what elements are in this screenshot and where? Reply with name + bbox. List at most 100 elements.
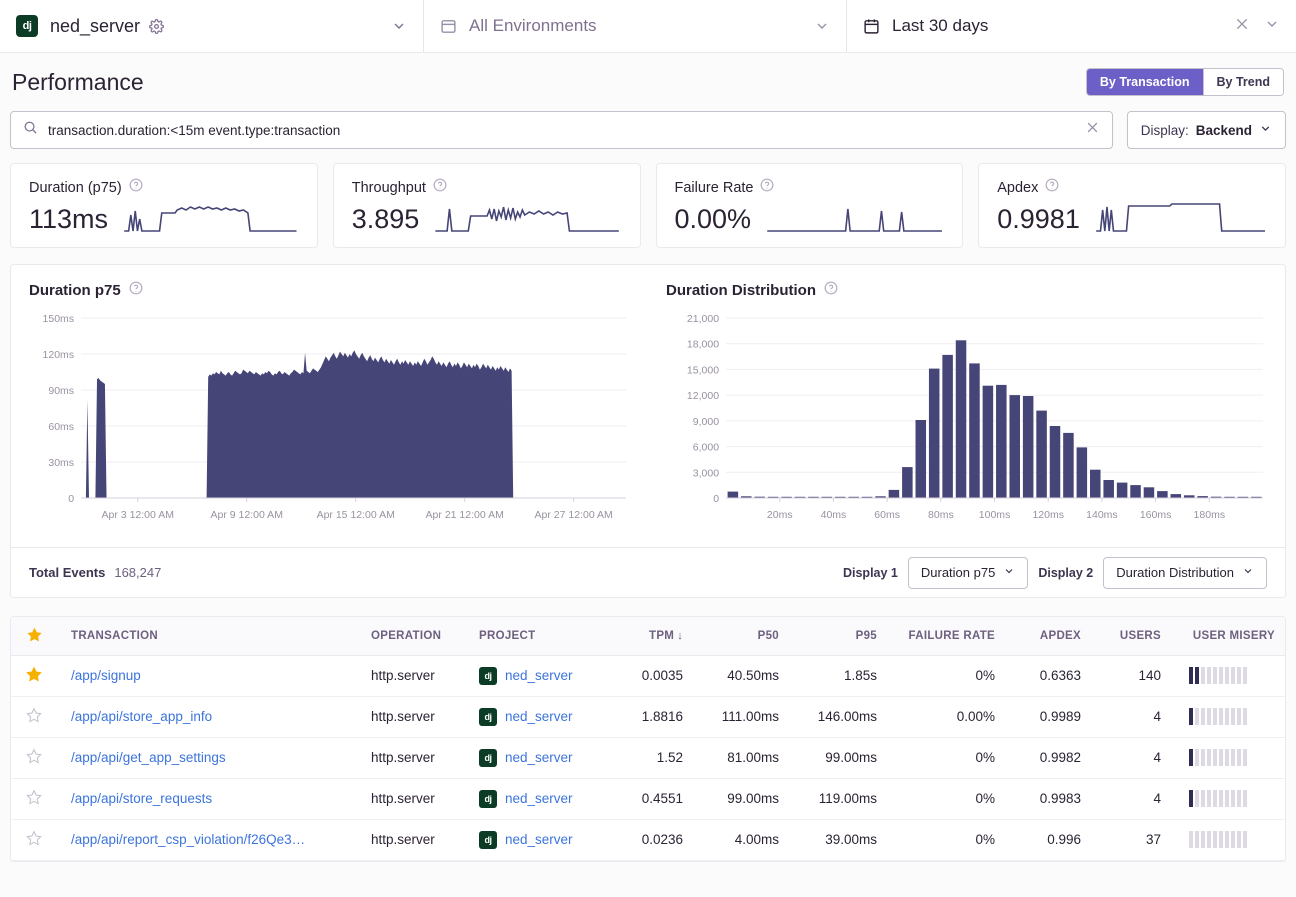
page-header: Performance By Transaction By Trend [10, 53, 1286, 111]
cell-project[interactable]: dj ned_server [465, 737, 615, 778]
help-icon[interactable] [129, 178, 143, 197]
cell-project[interactable]: djned_server [465, 778, 615, 819]
star-outline-icon[interactable] [11, 778, 57, 819]
svg-text:150ms: 150ms [43, 313, 75, 325]
header-transaction[interactable]: TRANSACTION [57, 617, 357, 655]
transaction-link[interactable]: /app/api/report_csp_violation/f26Qe3… [71, 832, 305, 847]
environment-selector[interactable]: All Environments [423, 0, 846, 52]
header-project[interactable]: PROJECT [465, 617, 615, 655]
display1-value: Duration p75 [921, 565, 995, 580]
cell-tpm: 0.4551 [615, 778, 697, 819]
svg-text:Apr 21 12:00 AM: Apr 21 12:00 AM [426, 509, 504, 521]
search-input[interactable]: transaction.duration:<15m event.type:tra… [10, 111, 1113, 149]
sparkline-apdex [1094, 201, 1267, 235]
date-range-selector[interactable]: Last 30 days [846, 0, 1296, 52]
star-outline-icon[interactable] [11, 737, 57, 778]
svg-text:30ms: 30ms [48, 457, 74, 469]
gear-icon[interactable] [149, 19, 164, 34]
cell-transaction[interactable]: /app/signup [57, 655, 357, 696]
cell-project[interactable]: djned_server [465, 655, 615, 696]
project-link[interactable]: ned_server [505, 791, 573, 806]
help-icon[interactable] [129, 281, 143, 300]
cell-user-misery [1175, 737, 1286, 778]
transaction-link[interactable]: /app/api/get_app_settings [71, 750, 226, 765]
chevron-down-icon[interactable] [814, 18, 830, 34]
cell-project[interactable]: djned_server [465, 696, 615, 737]
svg-text:120ms: 120ms [43, 349, 75, 361]
star-filled-icon[interactable] [11, 655, 57, 696]
display2-dropdown[interactable]: Duration Distribution [1103, 557, 1267, 589]
help-icon[interactable] [1045, 178, 1059, 197]
table-row[interactable]: /app/api/store_app_infohttp.serverdjned_… [11, 696, 1286, 737]
kpi-card-apdex[interactable]: Apdex 0.9981 [978, 163, 1286, 248]
cell-transaction[interactable]: /app/api/store_app_info [57, 696, 357, 737]
project-link[interactable]: ned_server [505, 832, 573, 847]
project-link[interactable]: ned_server [505, 709, 573, 724]
cell-p50: 81.00ms [697, 737, 793, 778]
kpi-value: 0.00% [675, 205, 752, 235]
display-dropdown-label: Display: [1141, 123, 1189, 138]
project-link[interactable]: ned_server [505, 750, 573, 765]
transaction-link[interactable]: /app/api/store_requests [71, 791, 212, 806]
kpi-card-throughput[interactable]: Throughput 3.895 [333, 163, 641, 248]
transaction-link[interactable]: /app/signup [71, 668, 141, 683]
table-row[interactable]: /app/signuphttp.serverdjned_server0.0035… [11, 655, 1286, 696]
star-outline-icon[interactable] [11, 819, 57, 860]
close-icon[interactable] [1234, 16, 1250, 37]
sparkline-failure-rate [765, 201, 944, 235]
environment-label: All Environments [469, 16, 597, 36]
search-query-text: transaction.duration:<15m event.type:tra… [48, 123, 1085, 138]
cell-apdex: 0.9983 [1009, 778, 1095, 819]
display1-dropdown[interactable]: Duration p75 [908, 557, 1028, 589]
cell-operation: http.server [357, 819, 465, 860]
table-row[interactable]: /app/api/report_csp_violation/f26Qe3… htt… [11, 819, 1286, 860]
header-user-misery[interactable]: USER MISERY [1175, 617, 1286, 655]
clear-search-icon[interactable] [1085, 120, 1100, 140]
svg-text:Apr 3 12:00 AM: Apr 3 12:00 AM [102, 509, 174, 521]
table-row[interactable]: /app/api/get_app_settingshttp.serverdjne… [11, 737, 1286, 778]
header-failure-rate[interactable]: FAILURE RATE [891, 617, 1009, 655]
project-selector[interactable]: dj ned_server [0, 0, 423, 52]
duration-distribution-plot[interactable]: 03,0006,0009,00012,00015,00018,00021,000… [666, 306, 1267, 541]
tab-by-trend[interactable]: By Trend [1204, 69, 1284, 95]
cell-p95: 39.00ms [793, 819, 891, 860]
display-dropdown[interactable]: Display: Backend [1127, 111, 1286, 149]
charts-panel: Duration p75 030ms60ms90ms120ms150msApr … [10, 264, 1286, 598]
help-icon[interactable] [824, 281, 838, 300]
kpi-label: Apdex [997, 180, 1038, 196]
svg-text:3,000: 3,000 [693, 467, 719, 479]
cell-apdex: 0.996 [1009, 819, 1095, 860]
header-p95[interactable]: P95 [793, 617, 891, 655]
svg-text:20ms: 20ms [767, 509, 793, 521]
header-p50[interactable]: P50 [697, 617, 793, 655]
chevron-down-icon[interactable] [391, 18, 407, 34]
cell-project[interactable]: djned_server [465, 819, 615, 860]
cell-transaction[interactable]: /app/api/report_csp_violation/f26Qe3… [57, 819, 357, 860]
header-operation[interactable]: OPERATION [357, 617, 465, 655]
cell-failure-rate: 0% [891, 778, 1009, 819]
kpi-card-duration[interactable]: Duration (p75) 113ms [10, 163, 318, 248]
star-outline-icon[interactable] [11, 696, 57, 737]
cell-user-misery [1175, 696, 1286, 737]
cell-users: 4 [1095, 778, 1175, 819]
tab-by-transaction[interactable]: By Transaction [1087, 69, 1203, 95]
help-icon[interactable] [433, 178, 447, 197]
cell-transaction[interactable]: /app/api/store_requests [57, 778, 357, 819]
cell-transaction[interactable]: /app/api/get_app_settings [57, 737, 357, 778]
table-row[interactable]: /app/api/store_requestshttp.serverdjned_… [11, 778, 1286, 819]
kpi-card-failure-rate[interactable]: Failure Rate 0.00% [656, 163, 964, 248]
transaction-link[interactable]: /app/api/store_app_info [71, 709, 212, 724]
sort-desc-icon: ↓ [677, 630, 683, 642]
chevron-down-icon[interactable] [1264, 16, 1280, 37]
kpi-label: Throughput [352, 180, 426, 196]
help-icon[interactable] [760, 178, 774, 197]
header-tpm[interactable]: TPM↓ [615, 617, 697, 655]
header-apdex[interactable]: APDEX [1009, 617, 1095, 655]
header-users[interactable]: USERS [1095, 617, 1175, 655]
charts-footer: Total Events 168,247 Display 1 Duration … [11, 547, 1285, 597]
header-star[interactable] [11, 617, 57, 655]
chart-title: Duration Distribution [666, 282, 816, 299]
project-platform-icon: dj [479, 749, 497, 767]
project-link[interactable]: ned_server [505, 668, 573, 683]
duration-p75-plot[interactable]: 030ms60ms90ms120ms150msApr 3 12:00 AMApr… [29, 306, 630, 541]
